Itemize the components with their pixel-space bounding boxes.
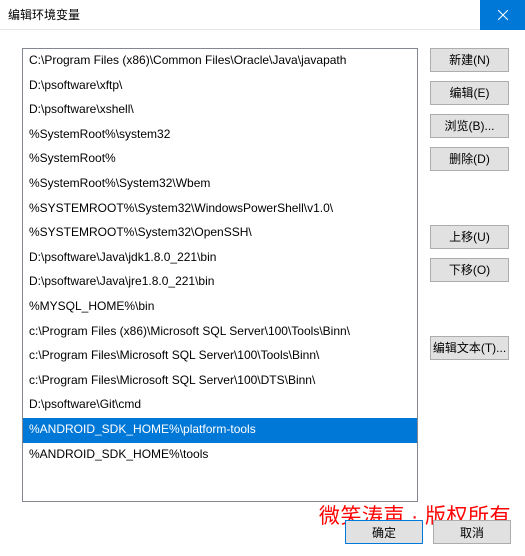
footer: 微笑涛声 · 版权所有 确定 取消 xyxy=(0,506,525,556)
edit-text-button[interactable]: 编辑文本(T)... xyxy=(430,336,509,360)
dialog-content: C:\Program Files (x86)\Common Files\Orac… xyxy=(0,30,525,506)
list-item[interactable]: c:\Program Files\Microsoft SQL Server\10… xyxy=(23,369,417,394)
list-item[interactable]: %ANDROID_SDK_HOME%\platform-tools xyxy=(23,418,417,443)
move-up-button[interactable]: 上移(U) xyxy=(430,225,509,249)
titlebar: 编辑环境变量 xyxy=(0,0,525,30)
cancel-button[interactable]: 取消 xyxy=(433,520,511,544)
list-item[interactable]: %SYSTEMROOT%\System32\OpenSSH\ xyxy=(23,221,417,246)
close-icon xyxy=(498,10,508,20)
list-item[interactable]: D:\psoftware\Java\jdk1.8.0_221\bin xyxy=(23,246,417,271)
list-item[interactable]: C:\Program Files (x86)\Common Files\Orac… xyxy=(23,49,417,74)
footer-buttons: 确定 取消 xyxy=(345,520,511,544)
path-listbox[interactable]: C:\Program Files (x86)\Common Files\Orac… xyxy=(22,48,418,502)
list-item[interactable]: %SystemRoot% xyxy=(23,147,417,172)
list-item[interactable]: %SystemRoot%\System32\Wbem xyxy=(23,172,417,197)
new-button[interactable]: 新建(N) xyxy=(430,48,509,72)
list-item[interactable]: D:\psoftware\xftp\ xyxy=(23,74,417,99)
delete-button[interactable]: 删除(D) xyxy=(430,147,509,171)
close-button[interactable] xyxy=(480,0,525,30)
list-item[interactable]: %MYSQL_HOME%\bin xyxy=(23,295,417,320)
list-item[interactable]: D:\psoftware\Git\cmd xyxy=(23,393,417,418)
list-item[interactable]: c:\Program Files (x86)\Microsoft SQL Ser… xyxy=(23,320,417,345)
list-item[interactable]: D:\psoftware\xshell\ xyxy=(23,98,417,123)
browse-button[interactable]: 浏览(B)... xyxy=(430,114,509,138)
list-item[interactable]: D:\psoftware\Java\jre1.8.0_221\bin xyxy=(23,270,417,295)
ok-button[interactable]: 确定 xyxy=(345,520,423,544)
list-item[interactable]: %SystemRoot%\system32 xyxy=(23,123,417,148)
list-item[interactable]: %ANDROID_SDK_HOME%\tools xyxy=(23,443,417,468)
window-title: 编辑环境变量 xyxy=(0,6,80,23)
edit-button[interactable]: 编辑(E) xyxy=(430,81,509,105)
list-item[interactable]: c:\Program Files\Microsoft SQL Server\10… xyxy=(23,344,417,369)
list-item[interactable]: %SYSTEMROOT%\System32\WindowsPowerShell\… xyxy=(23,197,417,222)
button-column: 新建(N) 编辑(E) 浏览(B)... 删除(D) 上移(U) 下移(O) 编… xyxy=(430,48,509,500)
move-down-button[interactable]: 下移(O) xyxy=(430,258,509,282)
